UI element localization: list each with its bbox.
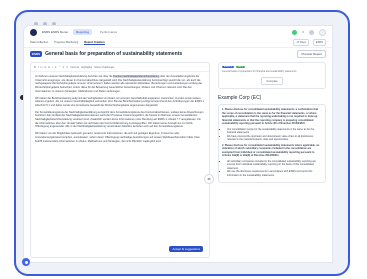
- numbered-list-button[interactable]: 1.: [55, 66, 57, 69]
- example-question: 2. Please disclose for consolidated sust…: [222, 143, 320, 158]
- subnav-progress-monitoring[interactable]: Progress Monitoring: [54, 41, 78, 44]
- example-answer: All subsidiary companies included in the…: [227, 160, 322, 171]
- editor-paragraph: Wir haben die Berichterstattung aufgrund…: [35, 96, 205, 107]
- chat-assistant-icon[interactable]: [22, 258, 30, 266]
- compare-dropdown[interactable]: Compare: [261, 77, 283, 85]
- example-answers: Our consolidation scope for the sustaina…: [222, 128, 322, 142]
- preview-report-button[interactable]: Preview Report: [297, 49, 326, 58]
- editor-toolbar: B I U H H • 1. " ⟲ ⟳ Normal Highlights S…: [31, 63, 209, 72]
- show-challenges-toggle[interactable]: Show Challenges: [94, 66, 114, 69]
- example-content: 1. Please disclose for consolidated sust…: [218, 104, 326, 183]
- reference-card: ESRS 2 BP-1 General basis of preparation…: [218, 62, 326, 89]
- section-header: ESRS General basis for preparation of su…: [30, 49, 326, 58]
- tab-performance[interactable]: Performance: [97, 29, 120, 35]
- highlights-toggle[interactable]: Highlights: [81, 66, 92, 69]
- framework-select[interactable]: ESRS: [312, 39, 326, 46]
- sub-navigation: Data Collection Progress Monitoring Repo…: [24, 38, 332, 48]
- reference-description: General basis of preparation for financi…: [222, 70, 297, 73]
- underline-button[interactable]: U: [40, 66, 42, 69]
- disclosure-tag: BP-1: [236, 66, 246, 68]
- settings-icon[interactable]: [309, 29, 314, 35]
- bold-button[interactable]: B: [34, 66, 36, 69]
- editor-content[interactable]: Im Rahmen unserer Nachhaltigkeitserkläru…: [31, 72, 209, 149]
- example-answer: We use the disclosure requirements in ac…: [227, 170, 322, 177]
- heading2-button[interactable]: H: [48, 66, 50, 69]
- deadline-badge[interactable]: 17 Days: [293, 39, 309, 46]
- reference-tags: ESRS 2 BP-1: [222, 66, 322, 68]
- editor-paragraph: Wir haben von der Möglichkeit Gebrauch g…: [35, 132, 200, 143]
- text-editor[interactable]: B I U H H • 1. " ⟲ ⟳ Normal Highlights S…: [30, 62, 210, 258]
- compare-row: Compare: [222, 77, 322, 85]
- example-answers: All subsidiary companies included in the…: [222, 160, 322, 178]
- app-window: ESRS ESRS Demo Reporting Performance 0 D…: [24, 26, 332, 262]
- notification-icon[interactable]: [292, 29, 298, 35]
- example-question: 1. Please disclose for consolidated sust…: [222, 108, 319, 125]
- bullet-list-button[interactable]: •: [52, 66, 53, 69]
- example-answer: We have covered the upstream and downstr…: [227, 135, 322, 142]
- heading-button[interactable]: H: [44, 66, 46, 69]
- subnav-right: 17 Days ESRS: [293, 39, 326, 46]
- accept-suggestions-button[interactable]: Accept AI suggestions: [169, 246, 203, 252]
- highlighted-term[interactable]: Konzernnachhaltigkeitsberichterstattung: [113, 75, 160, 78]
- swap-panels-icon[interactable]: ⇄: [204, 174, 214, 184]
- page-title: General basis for preparation of sustain…: [45, 50, 183, 57]
- section-tag: ESRS: [30, 50, 43, 57]
- undo-button[interactable]: ⟲: [62, 66, 64, 69]
- notification-count: 0: [302, 30, 304, 34]
- company-logo: [30, 28, 37, 36]
- top-right-icons: 0: [292, 28, 326, 36]
- style-select[interactable]: Normal: [70, 66, 78, 69]
- subnav-report-creation[interactable]: Report Creation: [84, 41, 105, 45]
- redo-button[interactable]: ⟳: [66, 66, 68, 69]
- reference-panel: ESRS 2 BP-1 General basis of preparation…: [218, 62, 326, 256]
- example-answer: Our consolidation scope for the sustaina…: [227, 128, 322, 135]
- editor-paragraph: Im Rahmen unserer Nachhaltigkeitserkläru…: [35, 75, 203, 93]
- standard-tag: ESRS 2: [222, 66, 235, 68]
- example-title: Example Corp (EC): [218, 95, 262, 101]
- tab-reporting[interactable]: Reporting: [73, 29, 93, 35]
- avatar[interactable]: [319, 28, 326, 36]
- subnav-data-collection[interactable]: Data Collection: [30, 41, 48, 44]
- top-bar: ESRS ESRS Demo Reporting Performance 0: [24, 26, 332, 38]
- org-switcher[interactable]: ESRS ESRS Demo: [42, 30, 68, 34]
- quote-button[interactable]: ": [59, 66, 60, 69]
- italic-button[interactable]: I: [38, 66, 39, 69]
- editor-paragraph: Der Konsolidierungskreis der Nachhaltigk…: [35, 110, 204, 129]
